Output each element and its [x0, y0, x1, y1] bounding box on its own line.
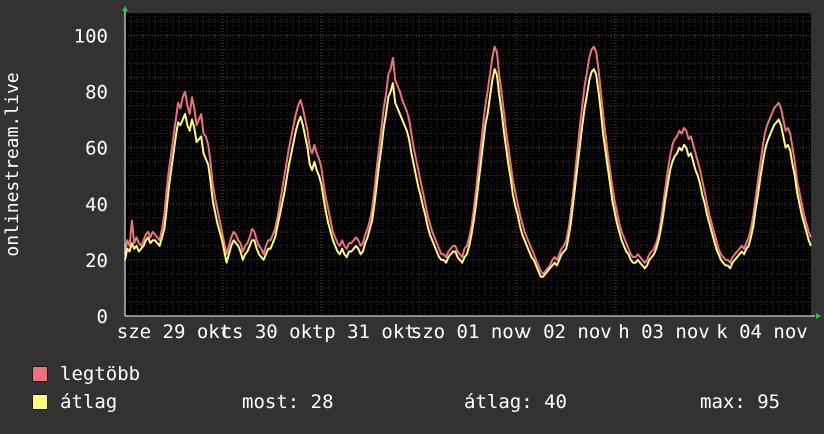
stat-average-label: átlag:: [464, 391, 533, 413]
stat-average: átlag: 40: [464, 391, 567, 413]
y-tick-label: 60: [85, 138, 108, 160]
y-tick-label: 100: [74, 25, 108, 47]
legend-label-max: legtöbb: [60, 363, 141, 385]
x-tick-label: szo 01 nov: [411, 321, 525, 343]
x-axis-arrow: [816, 313, 821, 319]
y-tick-label: 20: [85, 250, 108, 272]
legend-label-avg: átlag: [60, 391, 118, 413]
y-tick-label: 80: [85, 82, 108, 104]
y-axis-label: onlinestream.live: [2, 72, 23, 256]
x-tick-label: cs 30 okt: [221, 321, 324, 343]
legend-row-avg: átlag most: 28 átlag: 40 max: 95: [32, 391, 824, 413]
y-tick-label: 0: [97, 306, 108, 328]
y-tick-label: 40: [85, 194, 108, 216]
x-tick-label: sze 29 okt: [117, 321, 231, 343]
stat-maximum-label: max:: [700, 391, 746, 413]
plot-background: [125, 13, 811, 316]
stat-maximum: max: 95: [700, 391, 780, 413]
x-tick-label: k 04 nov: [716, 321, 808, 343]
legend-swatch-max: [32, 366, 48, 382]
x-tick-label: p 31 okt: [324, 321, 416, 343]
legend-swatch-avg: [32, 394, 48, 410]
stat-current-label: most:: [242, 391, 300, 413]
stat-current-value: 28: [310, 391, 334, 413]
stat-average-value: 40: [544, 391, 567, 413]
x-tick-label: h 03 nov: [618, 321, 710, 343]
stat-current: most: 28: [242, 391, 334, 413]
stat-maximum-value: 95: [757, 391, 781, 413]
y-axis-arrow: [122, 6, 128, 11]
x-tick-label: v 02 nov: [520, 321, 612, 343]
